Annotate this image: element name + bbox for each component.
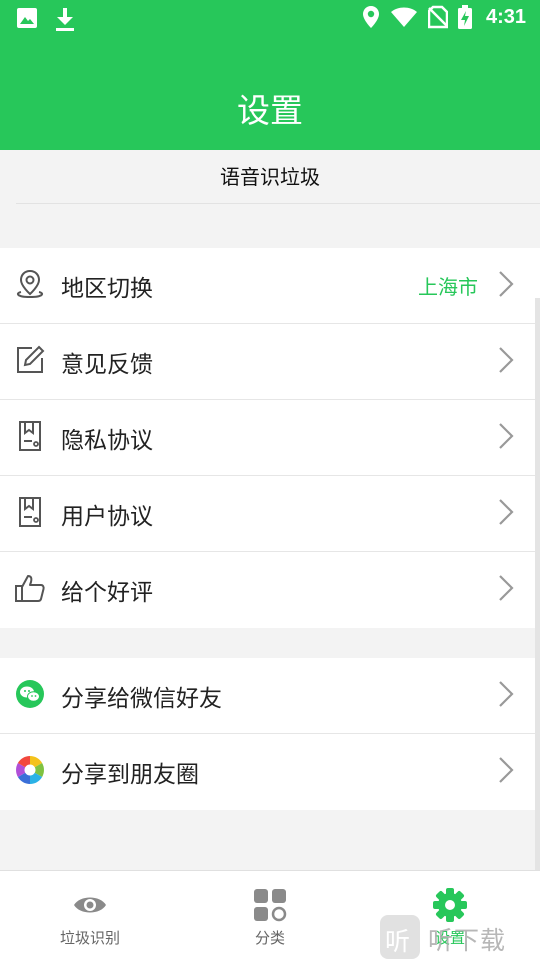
- user-agreement-row[interactable]: 用户协议: [0, 476, 540, 552]
- chevron-right-icon: [499, 423, 514, 449]
- feedback-row[interactable]: 意见反馈: [0, 324, 540, 400]
- wifi-icon: [390, 7, 417, 27]
- tab-categories[interactable]: 分类: [180, 871, 360, 960]
- region-switch-row[interactable]: 地区切换 上海市: [0, 248, 540, 324]
- settings-list: 地区切换 上海市 意见反馈 隐私协议 用户协议 给个好评: [0, 248, 540, 628]
- tab-categories-label: 分类: [254, 929, 285, 947]
- chevron-right-icon: [499, 271, 514, 297]
- location-icon: [362, 6, 379, 28]
- watermark-glyph: 听: [385, 927, 411, 956]
- page-title: 设置: [237, 91, 303, 130]
- eye-icon: [74, 897, 106, 913]
- privacy-policy-row[interactable]: 隐私协议: [0, 400, 540, 476]
- document-icon: [19, 497, 41, 527]
- chevron-right-icon: [499, 757, 514, 783]
- watermark-text: 听下载: [428, 926, 507, 955]
- image-icon: [17, 8, 37, 28]
- wechat-icon: [16, 680, 44, 708]
- rate-app-row[interactable]: 给个好评: [0, 552, 540, 628]
- share-moments-label: 分享到朋友圈: [61, 762, 199, 788]
- watermark-logo: 听 听下载: [378, 913, 538, 959]
- chevron-right-icon: [499, 575, 514, 601]
- voice-recognition-row[interactable]: 语音识垃圾: [0, 150, 540, 204]
- document-icon: [19, 421, 41, 451]
- thumbs-up-icon: [15, 575, 45, 602]
- moments-icon: [16, 756, 44, 784]
- user-agreement-label: 用户协议: [61, 504, 153, 530]
- chevron-right-icon: [499, 347, 514, 373]
- feedback-label: 意见反馈: [61, 352, 153, 378]
- region-switch-label: 地区切换: [61, 276, 153, 302]
- location-pin-icon: [16, 269, 44, 299]
- status-bar: 4:31: [0, 0, 540, 36]
- status-time: 4:31: [485, 5, 526, 28]
- no-sim-icon: [427, 5, 448, 29]
- chevron-right-icon: [499, 499, 514, 525]
- tab-garbage-recognition[interactable]: 垃圾识别: [0, 871, 180, 960]
- share-moments-row[interactable]: 分享到朋友圈: [0, 734, 540, 810]
- rate-app-label: 给个好评: [61, 580, 153, 606]
- battery-charging-icon: [457, 5, 472, 29]
- share-wechat-friend-label: 分享给微信好友: [61, 686, 222, 712]
- tab-garbage-recognition-label: 垃圾识别: [59, 929, 120, 947]
- download-icon: [56, 8, 74, 31]
- grid-icon: [254, 889, 287, 922]
- watermark-badge: 听: [380, 915, 420, 959]
- scrollbar[interactable]: [535, 298, 540, 870]
- app-header: 设置: [0, 36, 540, 150]
- chevron-right-icon: [499, 681, 514, 707]
- privacy-policy-label: 隐私协议: [61, 428, 153, 454]
- divider: [16, 203, 540, 204]
- edit-icon: [17, 345, 45, 373]
- share-list: 分享给微信好友 分享到朋友圈: [0, 658, 540, 810]
- share-wechat-friend-row[interactable]: 分享给微信好友: [0, 658, 540, 734]
- region-value: 上海市: [418, 275, 478, 299]
- voice-recognition-label: 语音识垃圾: [220, 165, 320, 189]
